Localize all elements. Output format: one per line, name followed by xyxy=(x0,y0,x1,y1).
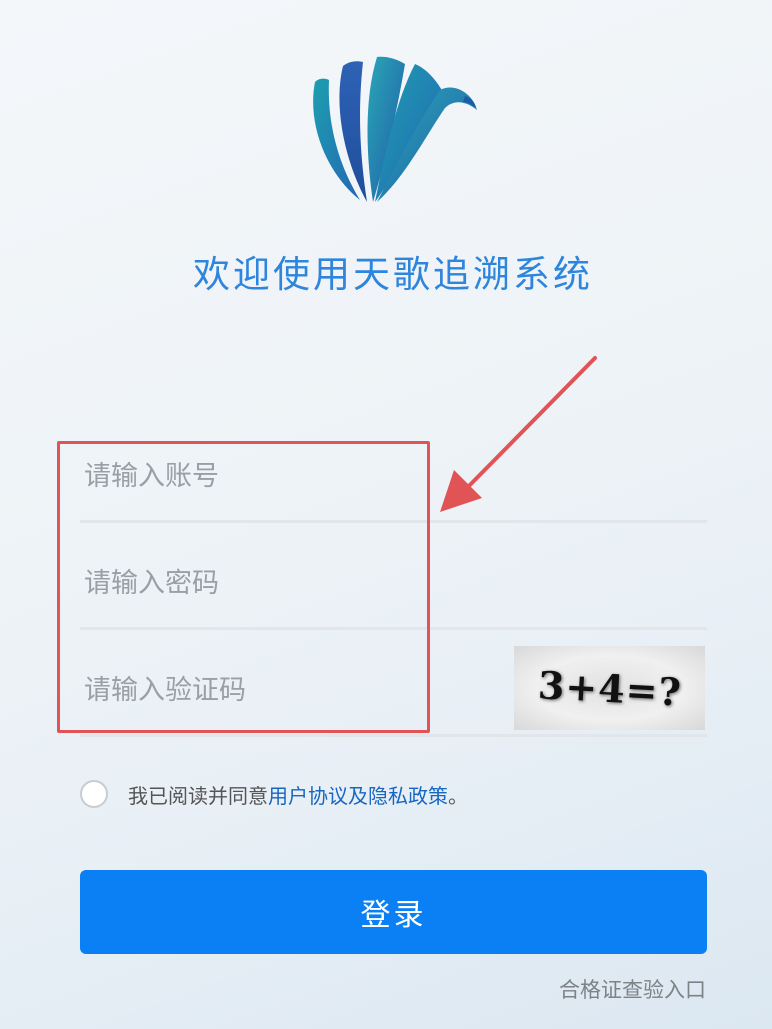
password-field xyxy=(80,525,707,630)
agreement-suffix: 。 xyxy=(448,783,468,808)
captcha-text: 3+4=? xyxy=(536,661,683,715)
app-logo xyxy=(313,56,477,202)
captcha-image[interactable]: 3+4=? xyxy=(514,646,705,730)
agreement-prefix: 我已阅读并同意 xyxy=(128,783,268,808)
captcha-input[interactable] xyxy=(82,668,506,712)
agreement-row: 我已阅读并同意 用户协议及隐私政策。 xyxy=(80,779,468,809)
page-title: 欢迎使用天歌追溯系统 xyxy=(193,253,593,296)
certificate-check-link[interactable]: 合格证查验入口 xyxy=(559,974,706,1004)
account-field xyxy=(80,418,707,523)
password-input[interactable] xyxy=(82,561,506,605)
captcha-field: 3+4=? xyxy=(80,632,707,737)
agree-radio[interactable] xyxy=(80,780,108,808)
login-button[interactable]: 登录 xyxy=(80,870,707,954)
user-agreement-link[interactable]: 用户协议及隐私政策 xyxy=(268,780,448,809)
annotation-arrow-icon xyxy=(440,356,597,512)
